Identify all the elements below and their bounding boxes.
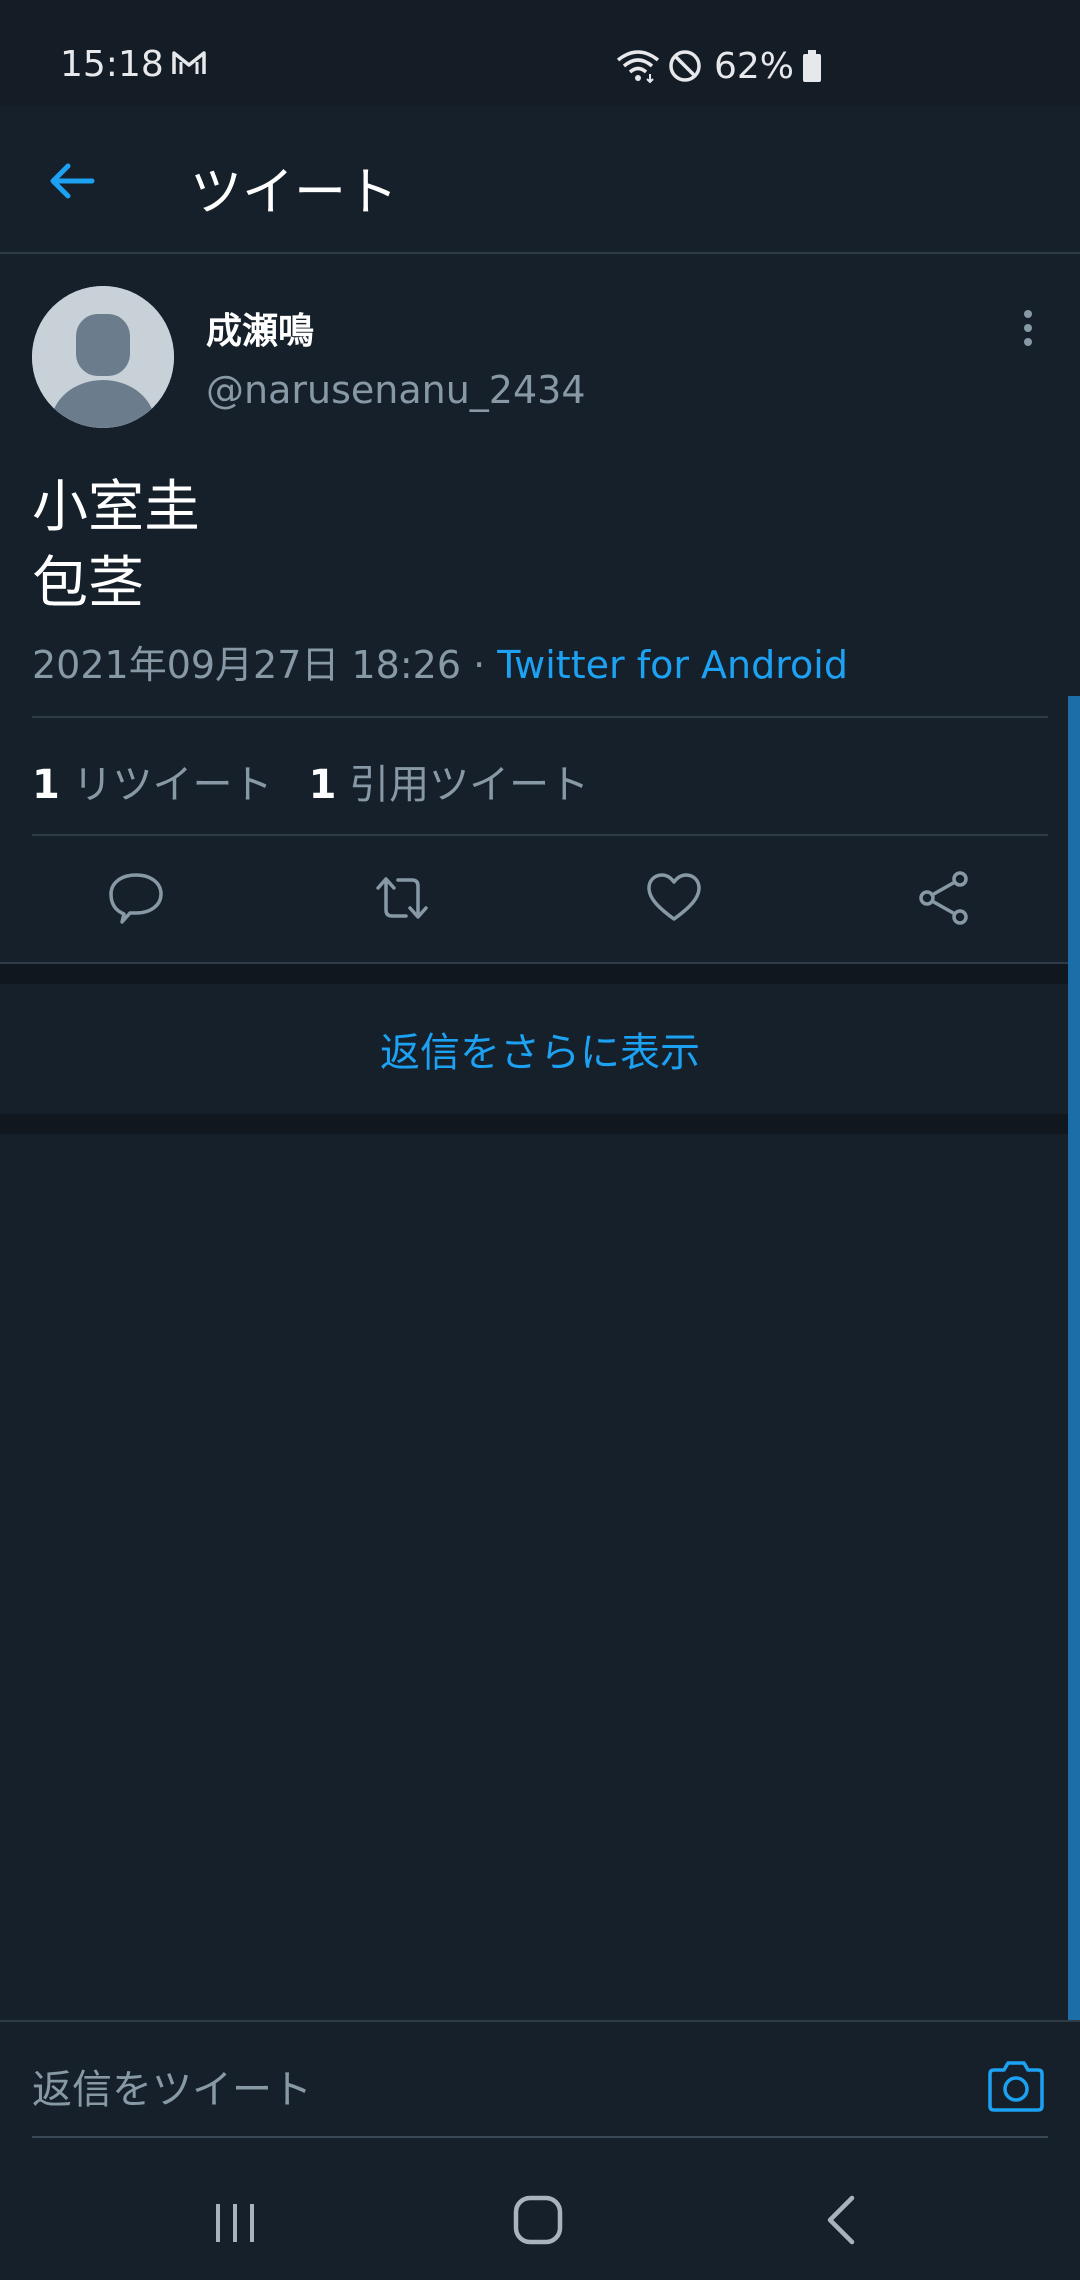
retweet-count: 1 bbox=[32, 762, 60, 808]
quote-count: 1 bbox=[308, 762, 337, 808]
share-icon[interactable] bbox=[916, 870, 972, 926]
retweet-stat[interactable]: 1 リツイート bbox=[32, 762, 273, 808]
retweet-icon[interactable] bbox=[374, 870, 430, 926]
tweet-meta: 2021年09月27日 18:26 · Twitter for Android bbox=[32, 634, 848, 689]
quote-stat[interactable]: 1 引用ツイート bbox=[309, 762, 590, 808]
scrollbar[interactable] bbox=[1068, 696, 1080, 2020]
tweet-source-link[interactable]: Twitter for Android bbox=[497, 643, 848, 687]
status-bar: 15:18 62% bbox=[0, 0, 1080, 106]
recent-apps-icon[interactable] bbox=[212, 2200, 258, 2246]
system-back-icon[interactable] bbox=[820, 2194, 860, 2246]
reply-input-underline bbox=[32, 2136, 1048, 2138]
author-handle[interactable]: @narusenanu_2434 bbox=[206, 368, 586, 412]
tweet-text: 小室圭 包茎 bbox=[32, 470, 200, 622]
page-title: ツイート bbox=[190, 163, 399, 223]
back-arrow-icon[interactable] bbox=[46, 156, 96, 206]
tweet-stats: 1 リツイート 1 引用ツイート bbox=[32, 752, 589, 810]
default-avatar-icon bbox=[32, 286, 174, 428]
show-more-replies-button[interactable]: 返信をさらに表示 bbox=[0, 984, 1080, 1114]
avatar[interactable] bbox=[32, 286, 174, 428]
divider bbox=[32, 716, 1048, 718]
tweet-text-line: 小室圭 bbox=[32, 475, 200, 540]
reply-icon[interactable] bbox=[108, 870, 164, 926]
reply-bar-divider bbox=[0, 2020, 1080, 2022]
section-separator bbox=[0, 962, 1080, 984]
status-time: 15:18 bbox=[60, 44, 164, 85]
system-nav-bar bbox=[0, 2150, 1080, 2280]
author-name[interactable]: 成瀬鳴 bbox=[206, 302, 314, 354]
divider bbox=[32, 834, 1048, 836]
home-icon[interactable] bbox=[512, 2194, 564, 2246]
gmail-icon bbox=[172, 51, 206, 74]
app-header: ツイート bbox=[0, 106, 1080, 254]
quote-label: 引用ツイート bbox=[336, 762, 590, 808]
retweet-label: リツイート bbox=[59, 762, 273, 808]
more-options-icon[interactable] bbox=[1016, 306, 1040, 350]
like-icon[interactable] bbox=[646, 870, 702, 926]
section-separator bbox=[0, 1114, 1080, 1134]
screen: 15:18 62% ツイート 成瀬鳴 @narusenanu_2434 小室圭 … bbox=[0, 0, 1080, 2280]
battery-icon bbox=[803, 50, 822, 82]
status-right-group: 62% bbox=[616, 44, 822, 88]
tweet-timestamp: 2021年09月27日 18:26 · bbox=[32, 643, 498, 687]
camera-icon[interactable] bbox=[986, 2058, 1046, 2114]
wifi-icon bbox=[616, 50, 660, 84]
do-not-disturb-icon bbox=[669, 50, 701, 82]
battery-percent: 62% bbox=[714, 45, 795, 87]
tweet-text-line: 包茎 bbox=[32, 551, 144, 616]
reply-input[interactable] bbox=[32, 2060, 932, 2120]
